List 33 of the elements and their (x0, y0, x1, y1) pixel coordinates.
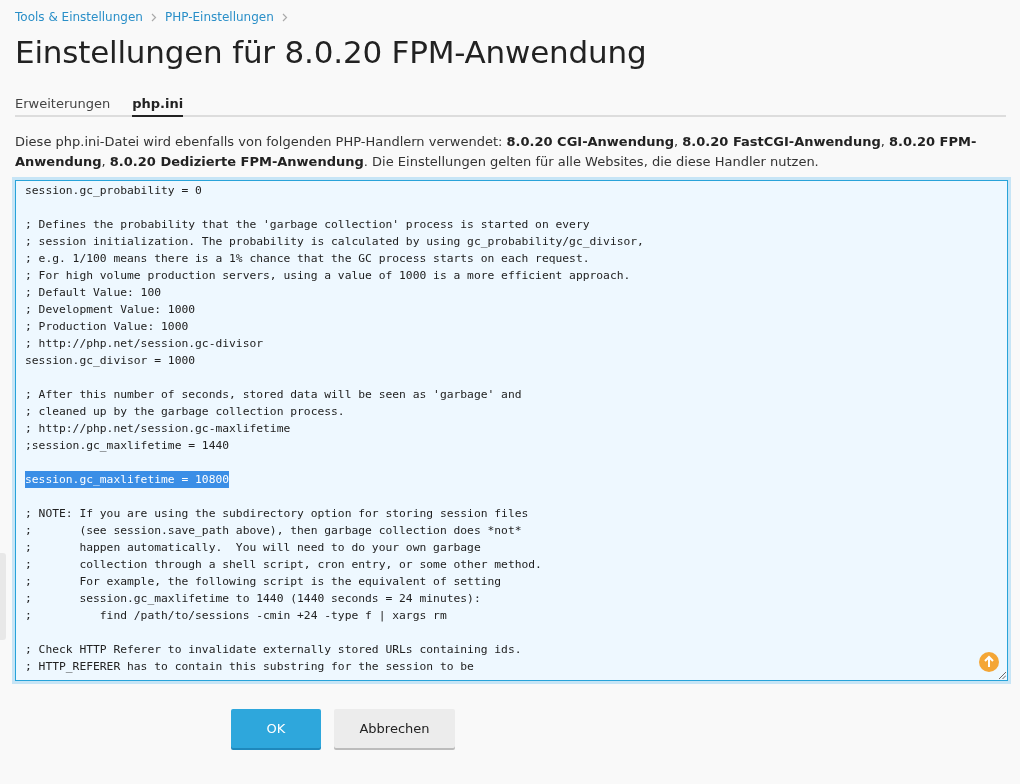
code-editor[interactable] (15, 180, 1008, 681)
code-line: ; http://php.net/session.gc-maxlifetime (25, 421, 291, 437)
code-line: ; e.g. 1/100 means there is a 1% chance that the GC process starts on each request. (25, 251, 590, 267)
code-line: ; session initialization. The probability is calculated by using gc_probability/gc_divisor, (25, 234, 644, 250)
code-line: ;session.gc_maxlifetime = 1440 (25, 438, 230, 454)
code-line: ; HTTP_REFERER has to contain this substring for the session to be (25, 659, 474, 675)
tab[interactable]: php.ini (132, 88, 184, 117)
code-line: ; Development Value: 1000 (25, 302, 196, 318)
breadcrumb-link[interactable]: Tools & Einstellungen (15, 10, 143, 24)
tab[interactable]: Erweiterungen (15, 88, 111, 117)
code-line: ; Check HTTP Referer to invalidate externally stored URLs containing ids. (25, 642, 522, 658)
code-line: ; collection through a shell script, cron entry, or some other method. (25, 557, 542, 573)
code-line: ; Defines the probability that the 'garbage collection' process is started on every (25, 217, 590, 233)
code-line: session.gc_divisor = 1000 (25, 353, 196, 369)
code-line: ; For high volume production servers, using a value of 1000 is a more efficient approach. (25, 268, 631, 284)
cancel-button[interactable]: Abbrechen (334, 709, 455, 748)
resize-grip-icon[interactable] (998, 671, 1006, 679)
code-line: ; cleaned up by the garbage collection process. (25, 404, 345, 420)
description-text: Diese php.ini-Datei wird ebenfalls von folgenden PHP-Handlern verwendet: 8.0.20 CGI-Anwendung, 8.0.20 FastCGI-Anwendung, 8.0.20 FPM-Anwendung, 8.0.20 Dedizierte FPM-Anwendung. Die Einstellungen gelten für alle Websites, die diese Handler nutzen. (15, 133, 978, 171)
code-line: session.gc_probability = 0 (25, 183, 202, 199)
code-line: ; After this number of seconds, stored data will be seen as 'garbage' and (25, 387, 522, 403)
code-line: ; Production Value: 1000 (25, 319, 189, 335)
code-line: ; (see session.save_path above), then garbage collection does *not* (25, 523, 522, 539)
code-line: ; session.gc_maxlifetime to 1440 (1440 seconds = 24 minutes): (25, 591, 481, 607)
code-line: ; happen automatically. You will need to do your own garbage (25, 540, 481, 556)
code-line: ; NOTE: If you are using the subdirectory option for storing session files (25, 506, 529, 522)
chevron-icon (281, 12, 288, 22)
code-line: ; http://php.net/session.gc-divisor (25, 336, 264, 352)
chevron-icon (150, 12, 157, 22)
code-line: ; For example, the following script is the equivalent of setting (25, 574, 502, 590)
code-line: ; find /path/to/sessions -cmin +24 -type f | xargs rm (25, 608, 447, 624)
page-title: Einstellungen für 8.0.20 FPM-Anwendung (15, 34, 648, 70)
code-line: ; Default Value: 100 (25, 285, 162, 301)
